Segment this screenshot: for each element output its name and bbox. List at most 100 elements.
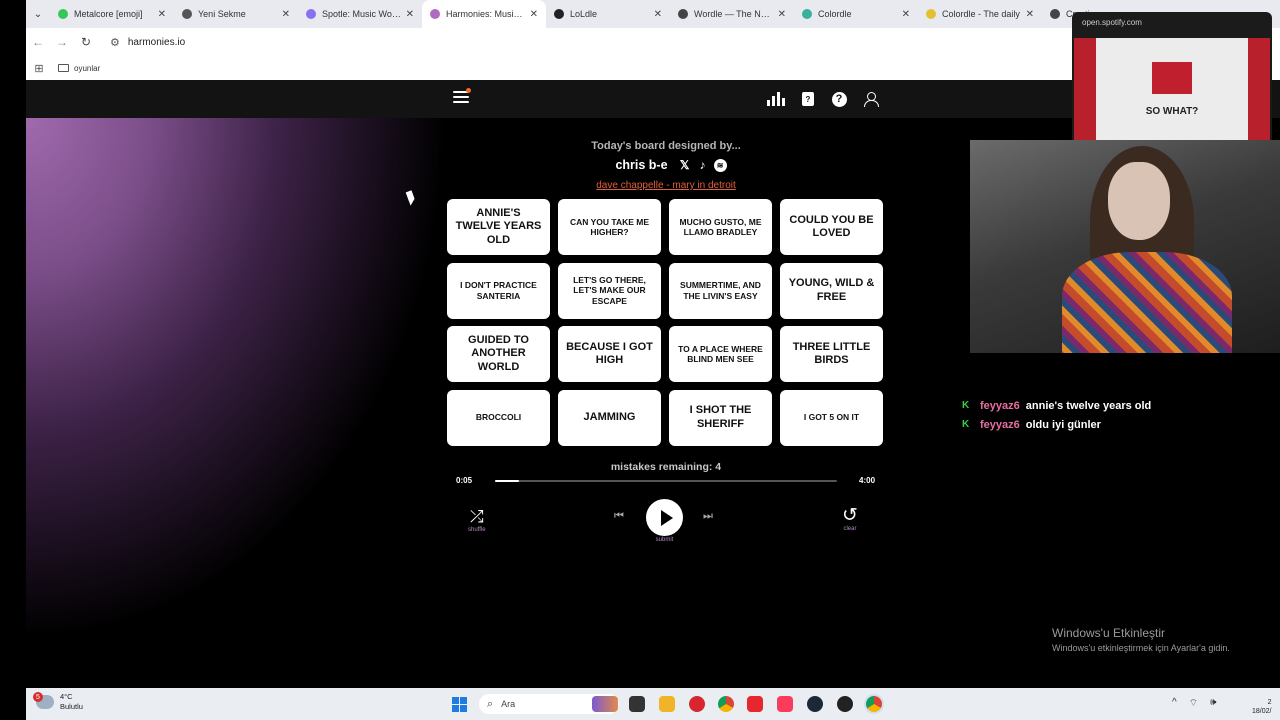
- browser-tab[interactable]: Colordle - The daily ✕: [918, 0, 1042, 28]
- lyric-card[interactable]: YOUNG, WILD & FREE: [780, 262, 883, 319]
- obs-icon[interactable]: [837, 696, 853, 712]
- submit-button[interactable]: submit: [646, 499, 683, 543]
- browser-tab[interactable]: LoLdle ✕: [546, 0, 670, 28]
- menu-icon[interactable]: [453, 88, 471, 105]
- shuffle-icon: ⤮: [469, 507, 484, 526]
- designer-name: chris b-e: [615, 158, 668, 172]
- chat-message: Kfeyyaz6 oldu iyi günler: [962, 415, 1262, 434]
- file-explorer-icon[interactable]: [659, 696, 675, 712]
- clock[interactable]: 2 18/02/: [1252, 698, 1271, 716]
- clock-time: 2: [1267, 699, 1272, 706]
- browser-tab[interactable]: Colordle ✕: [794, 0, 918, 28]
- tab-title: Spotle: Music Wordle: [322, 9, 402, 19]
- lyric-card[interactable]: COULD YOU BE LOVED: [780, 199, 883, 255]
- submit-label: submit: [655, 537, 674, 543]
- opera-icon[interactable]: [689, 696, 705, 712]
- shuffle-button[interactable]: ⤮ shuffle: [468, 507, 486, 534]
- help-icon[interactable]: ?: [830, 90, 848, 108]
- tab-close-icon[interactable]: ✕: [654, 9, 662, 20]
- url-text: harmonies.io: [127, 36, 186, 48]
- lyric-card[interactable]: I DON'T PRACTICE SANTERIA: [447, 262, 550, 319]
- lyric-card[interactable]: I GOT 5 ON IT: [780, 389, 883, 446]
- apps-grid-icon[interactable]: ⊞: [26, 62, 52, 75]
- chat-message: Kfeyyaz6 annie's twelve years old: [962, 396, 1262, 415]
- tab-close-icon[interactable]: ✕: [902, 9, 910, 20]
- clear-button[interactable]: ↺ clear: [842, 506, 858, 532]
- tab-search-chevron-icon[interactable]: ⌄: [26, 0, 50, 28]
- chat-text: oldu iyi günler: [1025, 418, 1101, 431]
- lyric-card[interactable]: I SHOT THE SHERIFF: [669, 389, 772, 446]
- left-black-strip: [0, 0, 26, 688]
- tab-title: Yeni Sekme: [198, 9, 246, 19]
- time-total: 4:00: [859, 476, 876, 485]
- kick-badge-icon: K: [962, 400, 970, 411]
- volume-icon[interactable]: 🕪: [1210, 697, 1216, 710]
- stats-icon[interactable]: [767, 90, 785, 108]
- task-view-icon[interactable]: [629, 696, 645, 712]
- tab-close-icon[interactable]: ✕: [1026, 9, 1034, 20]
- site-info-icon[interactable]: ⚙: [110, 36, 120, 49]
- bookmark-folder-oyunlar[interactable]: oyunlar: [58, 64, 100, 73]
- reload-icon[interactable]: ↻: [74, 35, 98, 49]
- tab-title: LoLdle: [570, 9, 598, 19]
- chrome-active-icon[interactable]: [866, 696, 882, 712]
- play-icon: [646, 499, 683, 536]
- forward-arrow-icon[interactable]: →: [50, 35, 74, 49]
- archive-calendar-icon[interactable]: ?: [799, 90, 817, 108]
- lyric-card[interactable]: JAMMING: [558, 389, 661, 446]
- browser-tab[interactable]: Yeni Sekme ✕: [174, 0, 298, 28]
- tiktok-icon[interactable]: ♪: [696, 158, 710, 172]
- x-icon[interactable]: 𝕏: [678, 158, 692, 172]
- mistakes-remaining: mistakes remaining: 4: [610, 461, 722, 473]
- tab-close-icon[interactable]: ✕: [282, 9, 290, 20]
- activate-subtitle: Windows'u etkinleştirmek için Ayarlar'a …: [1052, 643, 1230, 653]
- next-button[interactable]: ⏭: [703, 510, 713, 523]
- cloud-icon: 5: [33, 692, 54, 709]
- lyric-card[interactable]: CAN YOU TAKE ME HIGHER?: [558, 199, 661, 255]
- lyric-card[interactable]: MUCHO GUSTO, ME LLAMO BRADLEY: [669, 199, 772, 255]
- clear-label: clear: [843, 526, 857, 532]
- tab-close-icon[interactable]: ✕: [778, 9, 786, 20]
- tab-close-icon[interactable]: ✕: [406, 9, 414, 20]
- weather-widget[interactable]: 5 4°C Bulutlu: [33, 692, 83, 712]
- browser-tab[interactable]: Harmonies: Music Co ✕: [422, 0, 546, 28]
- previous-button[interactable]: ⏮: [614, 510, 624, 523]
- tab-favicon-icon: [678, 9, 688, 19]
- tab-title: Metalcore [emoji]: [74, 9, 143, 19]
- tab-close-icon[interactable]: ✕: [530, 9, 538, 20]
- stream-chat: Kfeyyaz6 annie's twelve years old Kfeyyaz6…: [962, 396, 1262, 434]
- back-arrow-icon[interactable]: ←: [26, 35, 50, 49]
- taskbar-widget-icon[interactable]: [592, 696, 618, 712]
- tab-title: Colordle - The daily: [942, 9, 1020, 19]
- lightning-app-icon[interactable]: [747, 696, 763, 712]
- network-icon[interactable]: ⌔: [1189, 697, 1198, 710]
- progress-track[interactable]: [495, 480, 837, 482]
- tab-favicon-icon: [182, 9, 192, 19]
- steam-icon[interactable]: [807, 696, 823, 712]
- lyric-card[interactable]: THREE LITTLE BIRDS: [780, 326, 883, 382]
- solved-answer-link[interactable]: dave chappelle - mary in detroit: [566, 180, 766, 191]
- browser-tab[interactable]: Metalcore [emoji] ✕: [50, 0, 174, 28]
- lyric-card[interactable]: BROCCOLI: [447, 389, 550, 446]
- browser-tab[interactable]: Spotle: Music Wordle ✕: [298, 0, 422, 28]
- spotify-icon[interactable]: ≋: [713, 158, 727, 172]
- lyric-card[interactable]: SUMMERTIME, AND THE LIVIN'S EASY: [669, 262, 772, 319]
- chrome-icon[interactable]: [718, 696, 734, 712]
- tab-close-icon[interactable]: ✕: [158, 9, 166, 20]
- lyric-card[interactable]: GUIDED TO ANOTHER WORLD: [447, 326, 550, 382]
- chat-text: annie's twelve years old: [1025, 399, 1152, 412]
- spotify-mini-player: open.spotify.com SO WHAT?: [1072, 12, 1272, 140]
- album-art-text: SO WHAT?: [1145, 106, 1199, 117]
- lyric-card[interactable]: LET'S GO THERE, LET'S MAKE OUR ESCAPE: [558, 262, 661, 319]
- activate-title: Windows'u Etkinleştir: [1052, 626, 1165, 640]
- start-windows-icon[interactable]: [452, 697, 467, 712]
- tray-chevron-icon[interactable]: ^: [1172, 697, 1177, 710]
- user-account-icon[interactable]: [862, 90, 880, 108]
- music-app-icon[interactable]: [777, 696, 793, 712]
- browser-tab[interactable]: Wordle — The New Y ✕: [670, 0, 794, 28]
- lyric-card[interactable]: ANNIE'S TWELVE YEARS OLD: [447, 199, 550, 255]
- tab-title: Colordle: [818, 9, 852, 19]
- chat-username: feyyaz6: [980, 418, 1020, 431]
- lyric-card[interactable]: TO A PLACE WHERE BLIND MEN SEE: [669, 326, 772, 382]
- lyric-card[interactable]: BECAUSE I GOT HIGH: [558, 326, 661, 382]
